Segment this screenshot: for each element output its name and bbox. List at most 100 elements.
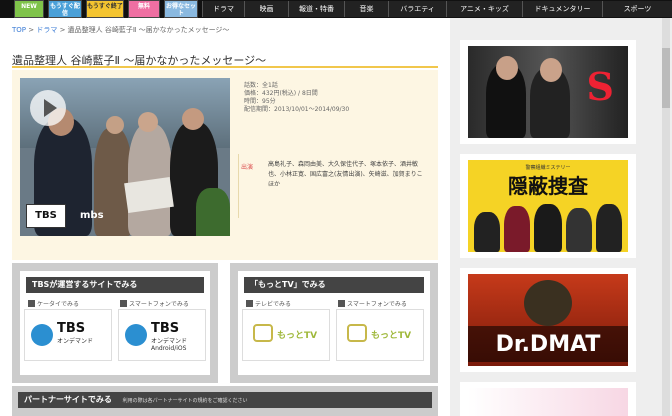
banner-next-image [468,388,628,416]
motte-tv-smartphone-link[interactable]: もっとTV [336,309,424,361]
nav-sports[interactable]: スポーツ [602,1,672,17]
motte-tv-panel: 「もっとTV」でみる テレビでみる スマートフォンでみる もっとTV もっとTV [230,263,438,383]
nav-movie[interactable]: 映画 [244,1,288,17]
tbs-ondemand-smartphone-link[interactable]: TBS オンデマンド Android/iOS [118,309,206,361]
tbs-sub-smartphone: スマートフォンでみる [120,299,189,308]
nav-pill-ending-soon[interactable]: もうすぐ終了 [86,0,124,18]
motte-sub-tv: テレビでみる [246,299,291,308]
mbs-logo: mbs [80,210,104,221]
nav-anime-kids[interactable]: アニメ・キッズ [446,1,522,17]
program-info-box: TBS mbs 話数：全1話 価格：432円(税込) / 8日間 時間：95分 … [12,70,438,260]
tbs-card-logo: TBS [57,321,86,336]
tbs-panel-body: TBSが運営するサイトでみる ケータイでみる スマートフォンでみる TBS オン… [20,271,210,375]
nav-music[interactable]: 音楽 [344,1,388,17]
tbs-sub-smartphone-label: スマートフォンでみる [129,301,189,308]
main-content: TOP > ドラマ > 遺品整理人 谷崎藍子Ⅱ 〜届かなかったメッセージ〜 遺品… [0,18,450,416]
banner-figure [596,204,622,252]
thumbnail-figure [182,108,204,130]
checkbox-icon [120,300,127,307]
checkbox-icon [246,300,253,307]
scrollbar-thumb[interactable] [662,48,670,108]
checkbox-icon [28,300,35,307]
motte-panel-title: 「もっとTV」でみる [244,277,424,293]
video-thumbnail[interactable]: TBS mbs [20,78,230,236]
banner-inpei-title: 隠蔽捜査 [508,174,588,198]
nav-pill-free[interactable]: 無料 [128,0,160,18]
breadcrumb-separator-icon: > [59,26,68,34]
nav-pill-soon-available[interactable]: もうすぐ配信 [48,0,82,18]
nav-pill-label: お得なセット [165,3,196,17]
play-icon[interactable] [30,90,66,126]
tv-icon [253,324,273,342]
bear-icon [31,324,53,346]
breadcrumb-top[interactable]: TOP [12,26,26,34]
meta-price: 価格：432円(税込) / 8日間 [244,90,318,97]
banner-dr-dmat[interactable]: Dr.DMAT [460,268,636,372]
nav-pill-label: 無料 [137,3,150,10]
nav-pill-new[interactable]: NEW [14,0,44,18]
motte-panel-body: 「もっとTV」でみる テレビでみる スマートフォンでみる もっとTV もっとTV [238,271,430,375]
banner-drdmat-image: Dr.DMAT [468,274,628,366]
breadcrumb-drama[interactable]: ドラマ [36,26,57,34]
meta-duration: 時間：95分 [244,98,276,105]
motte-tv-tv-link[interactable]: もっとTV [242,309,330,361]
sidebar: S 警察組織ミステリー 隠蔽捜査 Dr.DMAT [450,18,672,416]
nav-drama[interactable]: ドラマ [202,1,244,17]
thumbnail-newspaper [124,176,174,214]
motte-card-logo: もっとTV [277,331,318,341]
thumbnail-figure [138,112,158,132]
motte-sub-smartphone-label: スマートフォンでみる [347,301,407,308]
motte-sub-tv-label: テレビでみる [255,301,292,308]
partner-note: 利用の際は各パートナーサイトの規約をご確認ください [122,398,248,404]
breadcrumb-current: 遺品整理人 谷崎藍子Ⅱ 〜届かなかったメッセージ〜 [67,26,230,34]
partner-sites-panel: パートナーサイトでみる 利用の際は各パートナーサイトの規約をご確認ください [12,386,438,416]
top-navigation: NEW もうすぐ配信 もうすぐ終了 無料 お得なセット ドラマ 映画 報道・特番… [0,0,672,18]
banner-figure [504,206,530,252]
banner-next[interactable] [460,382,636,416]
thumbnail-plant [196,188,230,236]
nav-pill-label: もうすぐ終了 [87,3,123,10]
meta-period: 配信期間：2013/10/01〜2014/09/30 [244,106,350,113]
banner-drdmat-title: Dr.DMAT [495,332,601,357]
thumbnail-figure [106,116,124,134]
partner-panel-header: パートナーサイトでみる 利用の際は各パートナーサイトの規約をご確認ください [18,392,432,408]
motte-sub-smartphone: スマートフォンでみる [338,299,407,308]
banner-s-image: S [468,46,628,138]
cast-label: 出演 [241,164,254,171]
tbs-logo: TBS [26,204,66,228]
banner-figure [566,208,592,252]
partner-title: パートナーサイトでみる [24,395,112,404]
nav-pill-value-set[interactable]: お得なセット [164,0,198,18]
motte-card-logo: もっとTV [371,331,412,341]
bear-icon [125,324,147,346]
banner-s-title: S [586,64,614,109]
tbs-sub-mobile: ケータイでみる [28,299,79,308]
breadcrumb: TOP > ドラマ > 遺品整理人 谷崎藍子Ⅱ 〜届かなかったメッセージ〜 [12,25,229,35]
title-divider [12,66,438,68]
tbs-panel-title: TBSが運営するサイトでみる [26,277,204,293]
tbs-sites-panel: TBSが運営するサイトでみる ケータイでみる スマートフォンでみる TBS オン… [12,263,218,383]
banner-s[interactable]: S [460,40,636,144]
cast-list: 高島礼子、森岡由美、大久保佳代子、塚本依子、酒井敏也、小林正寛、国広富之(友情出… [268,161,423,188]
banner-figure [534,204,562,252]
banner-figure [524,280,572,326]
meta-episodes: 話数：全1話 [244,82,278,89]
tbs-card-caption: オンデマンド Android/iOS [151,338,188,352]
checkbox-icon [338,300,345,307]
banner-figure [474,212,500,252]
tbs-card-caption: オンデマンド [57,338,94,345]
program-meta: 話数：全1話 価格：432円(税込) / 8日間 時間：95分 配信期間：201… [244,82,349,114]
nav-pill-label: もうすぐ配信 [50,3,80,17]
tbs-card-logo: TBS [151,321,180,336]
nav-pill-label: NEW [21,3,37,10]
banner-figure [540,58,562,82]
banner-figure [496,56,518,80]
banner-inpei-sousa[interactable]: 警察組織ミステリー 隠蔽捜査 [460,154,636,258]
nav-variety[interactable]: バラエティ [388,1,446,17]
tbs-sub-mobile-label: ケータイでみる [37,301,80,308]
banner-inpei-image: 警察組織ミステリー 隠蔽捜査 [468,160,628,252]
nav-news-special[interactable]: 報道・特番 [288,1,344,17]
nav-documentary[interactable]: ドキュメンタリー [522,1,602,17]
tv-icon [347,324,367,342]
tbs-ondemand-mobile-link[interactable]: TBS オンデマンド [24,309,112,361]
